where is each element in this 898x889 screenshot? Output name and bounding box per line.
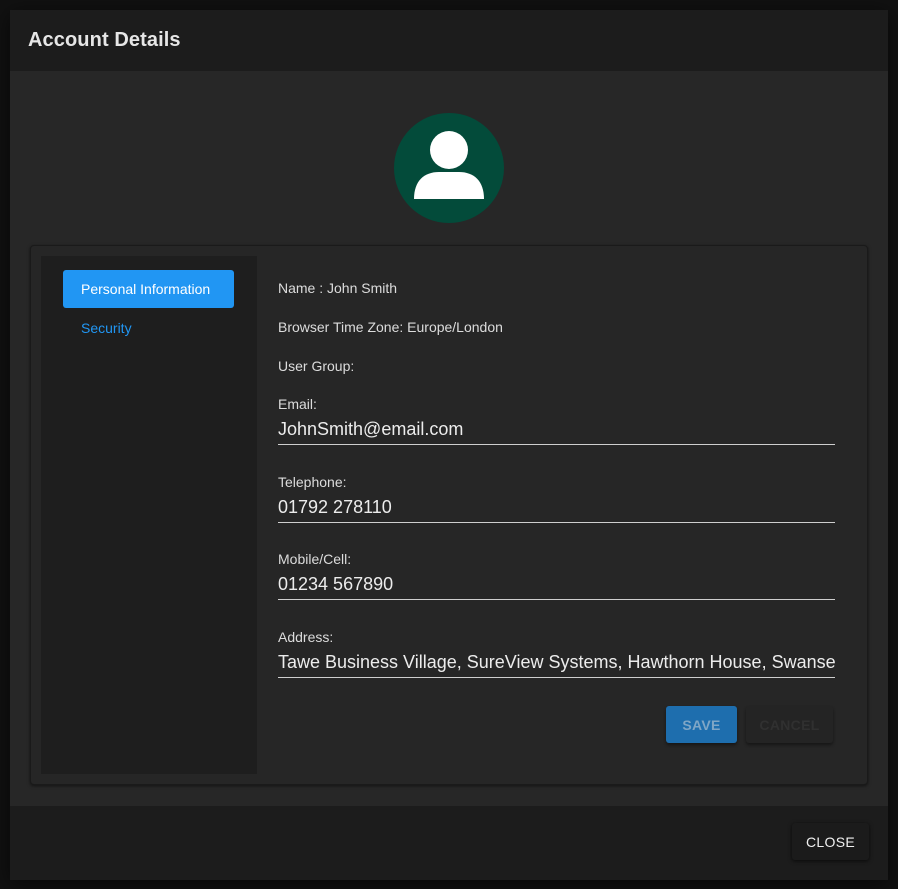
- account-details-dialog: Account Details Personal Information Sec…: [10, 10, 888, 880]
- address-label: Address:: [278, 629, 334, 645]
- email-label: Email:: [278, 396, 317, 412]
- close-button[interactable]: CLOSE: [792, 823, 869, 860]
- side-nav: Personal Information Security: [41, 256, 257, 774]
- mobile-label: Mobile/Cell:: [278, 551, 352, 567]
- name-info: Name : John Smith: [278, 280, 398, 296]
- tab-personal-information[interactable]: Personal Information: [63, 270, 234, 308]
- email-field[interactable]: [278, 415, 835, 445]
- telephone-label: Telephone:: [278, 474, 347, 490]
- dialog-header: Account Details: [10, 10, 888, 71]
- dialog-body: Personal Information Security Name : Joh…: [10, 71, 888, 806]
- mobile-field[interactable]: [278, 570, 835, 600]
- timezone-info: Browser Time Zone: Europe/London: [278, 319, 503, 335]
- tab-security[interactable]: Security: [63, 309, 234, 347]
- dialog-title: Account Details: [28, 29, 181, 51]
- avatar: [394, 113, 504, 223]
- account-card: Personal Information Security Name : Joh…: [30, 245, 868, 785]
- dialog-footer: CLOSE: [10, 806, 888, 880]
- person-icon: [414, 131, 484, 199]
- save-button[interactable]: SAVE: [666, 706, 737, 743]
- personal-info-panel: Name : John Smith Browser Time Zone: Eur…: [278, 246, 835, 786]
- user-group-info: User Group:: [278, 358, 355, 374]
- address-field[interactable]: [278, 648, 835, 678]
- cancel-button[interactable]: CANCEL: [746, 706, 833, 743]
- telephone-field[interactable]: [278, 493, 835, 523]
